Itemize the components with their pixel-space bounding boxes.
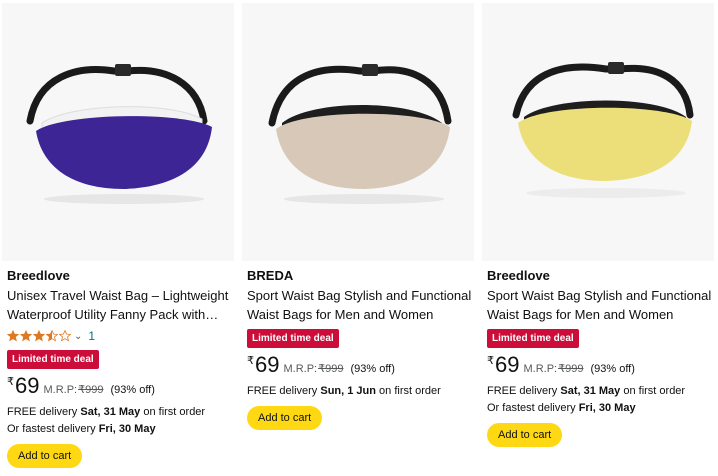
product-title-link[interactable]: Sport Waist Bag Stylish and Functional W… [487, 286, 713, 324]
product-card-2[interactable]: Breedlove Sport Waist Bag Stylish and Fu… [480, 0, 716, 476]
fastest-prefix: Or fastest delivery [7, 423, 96, 435]
product-image[interactable] [482, 3, 714, 261]
delivery-suffix: on first order [623, 385, 686, 397]
rating-row[interactable]: ⌄ 1 [7, 327, 233, 345]
price: 69 [495, 352, 520, 377]
price-row: ₹ 69 M.R.P: ₹999 (93% off) [487, 353, 713, 379]
add-to-cart-button[interactable]: Add to cart [247, 406, 323, 430]
product-card-3[interactable]: Breedlove Unisex Travel Waist Bag – Ligh… [0, 0, 236, 476]
add-to-cart-button[interactable]: Add to cart [487, 423, 563, 447]
fastest-date: Fri, 30 May [578, 402, 636, 414]
limited-time-deal-badge: Limited time deal [247, 329, 339, 348]
fastest-prefix: Or fastest delivery [487, 402, 576, 414]
star-rating[interactable] [7, 330, 72, 342]
star-full-icon [7, 330, 19, 342]
limited-time-deal-badge: Limited time deal [7, 350, 99, 369]
delivery-suffix: on first order [143, 406, 206, 418]
delivery-date: Sat, 31 May [80, 406, 141, 418]
delivery-prefix: FREE delivery [7, 406, 78, 418]
waist-bag-image [512, 62, 694, 198]
discount-percent: (93% off) [590, 363, 635, 375]
waist-bag-image [268, 64, 452, 204]
delivery-info: FREE delivery Sat, 31 May on first order [7, 404, 233, 421]
delivery-date: Sat, 31 May [560, 385, 621, 397]
delivery-prefix: FREE delivery [487, 385, 558, 397]
rating-count-link[interactable]: 1 [88, 329, 95, 343]
delivery-date: Sun, 1 Jun [320, 385, 376, 397]
product-title-link[interactable]: Unisex Travel Waist Bag – Lightweight Wa… [7, 286, 233, 324]
delivery-prefix: FREE delivery [247, 385, 318, 397]
price: 69 [255, 352, 280, 377]
mrp-label: M.R.P: [523, 363, 558, 375]
waist-bag-image [26, 64, 212, 204]
delivery-info: FREE delivery Sun, 1 Jun on first order [247, 383, 473, 400]
discount-percent: (93% off) [110, 384, 155, 396]
limited-time-deal-badge: Limited time deal [487, 329, 579, 348]
price-row: ₹ 69 M.R.P: ₹999 (93% off) [7, 374, 233, 400]
mrp-value: ₹999 [78, 384, 104, 396]
star-empty-icon [59, 330, 71, 342]
fastest-delivery-info: Or fastest delivery Fri, 30 May [7, 421, 233, 438]
star-full-icon [20, 330, 32, 342]
product-image[interactable] [2, 3, 234, 261]
fastest-date: Fri, 30 May [98, 423, 156, 435]
star-full-icon [33, 330, 45, 342]
currency-symbol: ₹ [7, 376, 14, 388]
star-half-icon [46, 330, 58, 342]
mrp-value: ₹999 [318, 363, 344, 375]
currency-symbol: ₹ [247, 355, 254, 367]
mrp-value: ₹999 [558, 363, 584, 375]
product-brand: Breedlove [487, 268, 550, 283]
discount-percent: (93% off) [350, 363, 395, 375]
product-image[interactable] [242, 3, 474, 261]
chevron-down-icon[interactable]: ⌄ [74, 331, 82, 342]
product-card-1[interactable]: BREDA Sport Waist Bag Stylish and Functi… [240, 0, 476, 476]
product-brand: BREDA [247, 268, 294, 283]
fastest-delivery-info: Or fastest delivery Fri, 30 May [487, 400, 713, 417]
product-title-link[interactable]: Sport Waist Bag Stylish and Functional W… [247, 286, 473, 324]
price-row: ₹ 69 M.R.P: ₹999 (93% off) [247, 353, 473, 379]
delivery-info: FREE delivery Sat, 31 May on first order [487, 383, 713, 400]
mrp-label: M.R.P: [283, 363, 318, 375]
currency-symbol: ₹ [487, 355, 494, 367]
product-brand: Breedlove [7, 268, 70, 283]
price: 69 [15, 373, 40, 398]
mrp-label: M.R.P: [43, 384, 78, 396]
add-to-cart-button[interactable]: Add to cart [7, 444, 83, 468]
delivery-suffix: on first order [379, 385, 441, 397]
